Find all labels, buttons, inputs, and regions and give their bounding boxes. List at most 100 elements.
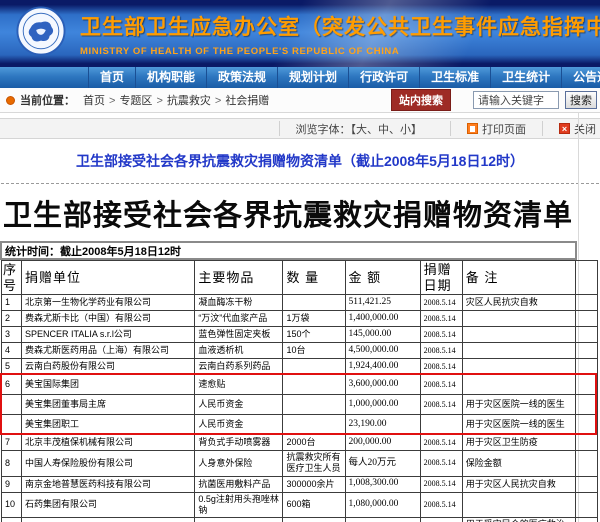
table-header-row: 序号捐赠单位主要物品数 量金 额捐赠日期备 注 <box>2 261 598 295</box>
cell-r11-c6: 2008.5.14 <box>420 476 462 492</box>
ministry-emblem-icon <box>16 6 66 61</box>
col-header-5: 金 额 <box>345 261 420 295</box>
cell-r12-c6: 2008.5.14 <box>420 492 462 518</box>
cell-r7-c5: 1,000,000.00 <box>345 395 420 415</box>
cell-r10-c8 <box>575 451 597 477</box>
cell-r7-c4 <box>283 395 345 415</box>
cell-r2-c6: 2008.5.14 <box>420 311 462 327</box>
table-row: 8中国人寿保险股份有限公司人身意外保险抗震救灾所有医疗卫生人员每人20万元200… <box>2 451 598 477</box>
cell-r2-c1: 2 <box>2 311 22 327</box>
breadcrumb-separator: > <box>215 95 221 107</box>
cell-r13-c4 <box>283 518 345 522</box>
cell-r12-c4: 600箱 <box>283 492 345 518</box>
cell-r4-c8 <box>575 343 597 359</box>
cell-r3-c1: 3 <box>2 327 22 343</box>
table-row: 11北京智美尚成广告有限公司人民币资金211,156.002008.5.14用于… <box>2 518 598 522</box>
donation-table: 序号捐赠单位主要物品数 量金 额捐赠日期备 注 1北京第一生物化学药业有限公司凝… <box>1 260 598 522</box>
search-input[interactable] <box>473 91 559 109</box>
cell-r1-c1: 1 <box>2 295 22 311</box>
nav-item-5[interactable]: 行政许可 <box>349 67 420 88</box>
cell-r8-c7: 用于灾区医院一线的医生 <box>462 415 575 435</box>
table-row: 1北京第一生物化学药业有限公司凝血酶冻干粉511,421.252008.5.14… <box>2 295 598 311</box>
cell-r10-c3: 人身意外保险 <box>195 451 283 477</box>
article-title-link[interactable]: 卫生部接受社会各界抗震救灾捐赠物资清单（截止2008年5月18日12时） <box>76 151 524 171</box>
nav-item-6[interactable]: 卫生标准 <box>420 67 491 88</box>
col-header-2: 捐赠单位 <box>22 261 195 295</box>
breadcrumb-item-4[interactable]: 社会捐赠 <box>225 95 269 107</box>
cell-r13-c1: 11 <box>2 518 22 522</box>
cell-r11-c2: 南京金地普慧医药科技有限公司 <box>22 476 195 492</box>
breadcrumb-item-3[interactable]: 抗震救灾 <box>167 95 211 107</box>
cell-r2-c8 <box>575 311 597 327</box>
cell-r2-c7 <box>462 311 575 327</box>
cell-r4-c2: 费森尤斯医药用品（上海）有限公司 <box>22 343 195 359</box>
cell-r8-c2: 美宝集团职工 <box>22 415 195 435</box>
nav-item-1[interactable]: 首页 <box>88 67 136 88</box>
cell-r9-c8 <box>575 435 597 451</box>
cell-r9-c2: 北京丰茂植保机械有限公司 <box>22 435 195 451</box>
site-title: 卫生部卫生应急办公室（突发公共卫生事件应急指挥中心） <box>80 11 600 41</box>
site-search-button[interactable]: 站内搜索 <box>391 89 451 111</box>
cell-r11-c7: 用于灾区人民抗灾自救 <box>462 476 575 492</box>
table-row: 美宝集团董事局主席人民币资金1,000,000.002008.5.14用于灾区医… <box>2 395 598 415</box>
nav-item-8[interactable]: 公告通告 <box>562 67 600 88</box>
breadcrumb-label: 当前位置： <box>20 92 75 108</box>
breadcrumb-item-2[interactable]: 专题区 <box>119 95 152 107</box>
article-title-row: 卫生部接受社会各界抗震救灾捐赠物资清单（截止2008年5月18日12时） <box>0 139 600 183</box>
cell-r5-c5: 1,924,400.00 <box>345 359 420 375</box>
article-toolbar: 浏览字体：【大、中、小】 打印页面 × 关闭 <box>0 118 600 139</box>
cell-r3-c7 <box>462 327 575 343</box>
cell-r4-c3: 血液透析机 <box>195 343 283 359</box>
cell-r6-c1: 6 <box>2 375 22 395</box>
table-row: 2费森尤斯卡比（中国）有限公司“万汶”代血浆产品1万袋1,400,000.002… <box>2 311 598 327</box>
cell-r7-c8 <box>575 395 597 415</box>
cell-r3-c8 <box>575 327 597 343</box>
nav-item-3[interactable]: 政策法规 <box>207 67 278 88</box>
cell-r9-c3: 背负式手动喷雾器 <box>195 435 283 451</box>
cell-r13-c3: 人民币资金 <box>195 518 283 522</box>
cell-r9-c1: 7 <box>2 435 22 451</box>
col-header-3: 主要物品 <box>195 261 283 295</box>
font-size-control[interactable]: 浏览字体：【大、中、小】 <box>279 121 451 136</box>
search-button[interactable]: 搜索 <box>565 91 597 109</box>
cell-r13-c7: 用于受灾民众的医疗救治和卫生 <box>462 518 575 522</box>
cell-r4-c5: 4,500,000.00 <box>345 343 420 359</box>
nav-item-7[interactable]: 卫生统计 <box>491 67 562 88</box>
col-header-1: 序号 <box>2 261 22 295</box>
cell-r5-c1: 5 <box>2 359 22 375</box>
cell-r8-c3: 人民币资金 <box>195 415 283 435</box>
font-size-label[interactable]: 浏览字体：【大、中、小】 <box>296 121 423 137</box>
table-row: 4费森尤斯医药用品（上海）有限公司血液透析机10台4,500,000.00200… <box>2 343 598 359</box>
page-title: 卫生部接受社会各界抗震救灾捐赠物资清单 <box>0 184 600 241</box>
cell-r11-c3: 抗菌医用敷料产品 <box>195 476 283 492</box>
cell-r9-c7: 用于灾区卫生防疫 <box>462 435 575 451</box>
cell-r3-c5: 145,000.00 <box>345 327 420 343</box>
main-nav: 首页机构职能政策法规规划计划行政许可卫生标准卫生统计公告通告工作动态 <box>0 67 600 88</box>
breadcrumb-item-1[interactable]: 首页 <box>83 95 105 107</box>
cell-r1-c2: 北京第一生物化学药业有限公司 <box>22 295 195 311</box>
cell-r1-c5: 511,421.25 <box>345 295 420 311</box>
table-row: 9南京金地普慧医药科技有限公司抗菌医用敷料产品300000余片1,008,300… <box>2 476 598 492</box>
print-page-button[interactable]: 打印页面 <box>450 121 542 136</box>
stats-time-text: 统计时间：截止2008年5月18日12时 <box>2 243 181 259</box>
table-row: 5云南白药股份有限公司云南白药系列药品1,924,400.002008.5.14 <box>2 359 598 375</box>
cell-r11-c8 <box>575 476 597 492</box>
close-page-button[interactable]: × 关闭 <box>542 121 600 136</box>
cell-r8-c4 <box>283 415 345 435</box>
nav-item-4[interactable]: 规划计划 <box>278 67 349 88</box>
cell-r9-c5: 200,000.00 <box>345 435 420 451</box>
cell-r12-c2: 石药集团有限公司 <box>22 492 195 518</box>
cell-r8-c6 <box>420 415 462 435</box>
cell-r7-c2: 美宝集团董事局主席 <box>22 395 195 415</box>
cell-r5-c2: 云南白药股份有限公司 <box>22 359 195 375</box>
cell-r9-c6: 2008.5.14 <box>420 435 462 451</box>
table-row: 10石药集团有限公司0.5g注射用头孢唑林钠600箱1,080,000.0020… <box>2 492 598 518</box>
cell-r10-c2: 中国人寿保险股份有限公司 <box>22 451 195 477</box>
cell-r12-c1: 10 <box>2 492 22 518</box>
cell-r5-c7 <box>462 359 575 375</box>
site-subtitle-en: MINISTRY OF HEALTH OF THE PEOPLE'S REPUB… <box>80 46 600 57</box>
cell-r5-c8 <box>575 359 597 375</box>
print-label[interactable]: 打印页面 <box>482 121 526 137</box>
nav-item-2[interactable]: 机构职能 <box>136 67 207 88</box>
cell-r6-c5: 3,600,000.00 <box>345 375 420 395</box>
